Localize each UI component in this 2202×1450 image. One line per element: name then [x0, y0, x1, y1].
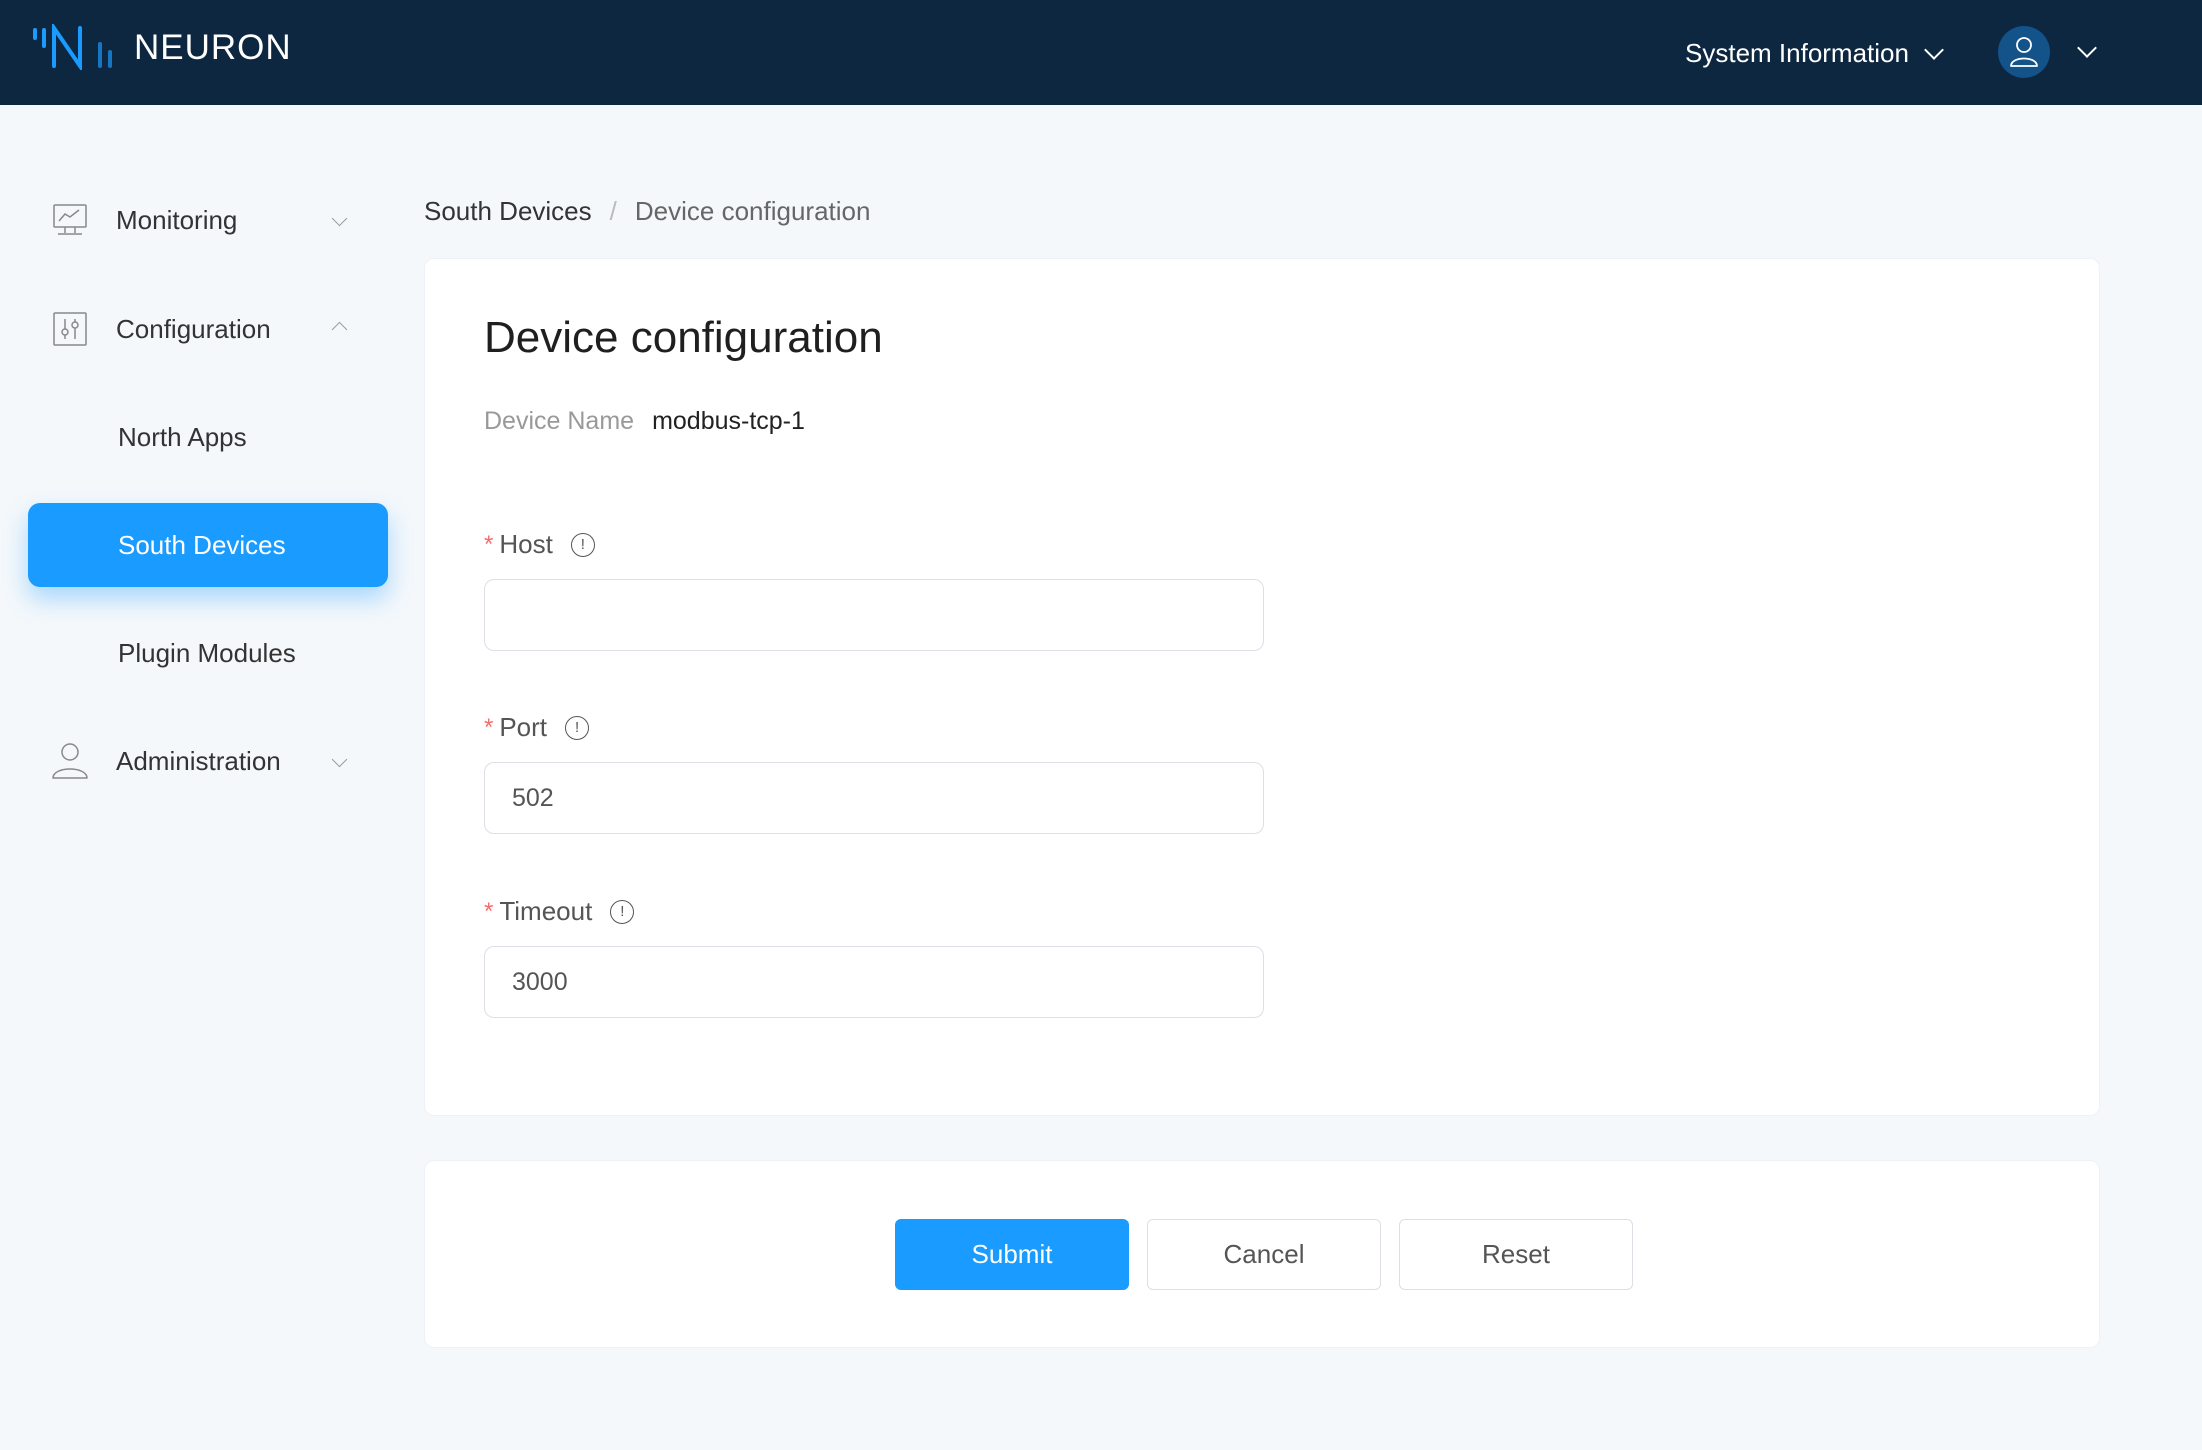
sidebar-item-monitoring[interactable]: Monitoring — [28, 178, 388, 262]
breadcrumb-current: Device configuration — [634, 196, 871, 226]
top-header: NEURON System Information — [0, 0, 2202, 105]
chevron-up-icon — [331, 318, 348, 340]
chevron-down-icon — [331, 751, 348, 770]
sidebar-label: Configuration — [116, 313, 271, 344]
host-label-text: Host — [499, 529, 553, 559]
page-title: Device configuration — [484, 313, 883, 362]
sidebar-item-south-devices[interactable]: South Devices — [28, 503, 388, 587]
required-mark: * — [484, 897, 494, 925]
port-label-text: Port — [499, 712, 548, 742]
breadcrumb-south-devices[interactable]: South Devices — [424, 196, 592, 227]
breadcrumb-separator: / — [609, 196, 617, 226]
info-circle-icon[interactable]: ! — [570, 532, 595, 557]
system-information-label: System Information — [1685, 38, 1909, 68]
host-input[interactable] — [484, 579, 1264, 651]
port-label: * Port ! — [484, 712, 590, 743]
sliders-icon — [50, 309, 90, 349]
device-name-label: Device Name — [484, 407, 635, 435]
brand-name: NEURON — [134, 28, 292, 67]
sidebar-label: North Apps — [118, 421, 247, 452]
user-avatar[interactable] — [1998, 26, 2050, 78]
chevron-down-icon — [2077, 38, 2097, 58]
cancel-button[interactable]: Cancel — [1147, 1219, 1381, 1290]
form-actions-card: Submit Cancel Reset — [424, 1160, 2100, 1348]
sidebar-label: Monitoring — [116, 204, 238, 235]
info-circle-icon[interactable]: ! — [610, 899, 635, 924]
sidebar-item-plugin-modules[interactable]: Plugin Modules — [28, 611, 388, 695]
timeout-label: * Timeout ! — [484, 896, 635, 927]
user-menu-toggle[interactable] — [2077, 38, 2097, 60]
reset-button[interactable]: Reset — [1399, 1219, 1633, 1290]
sidebar-label: South Devices — [118, 529, 286, 560]
user-icon — [50, 741, 90, 781]
chevron-down-icon — [331, 210, 348, 229]
device-config-card: Device configuration Device Name modbus-… — [424, 258, 2100, 1116]
timeout-label-text: Timeout — [499, 896, 593, 926]
device-name-row: Device Name modbus-tcp-1 — [484, 407, 805, 436]
host-label: * Host ! — [484, 529, 595, 560]
sidebar-item-north-apps[interactable]: North Apps — [28, 395, 388, 479]
device-name-value: modbus-tcp-1 — [652, 407, 805, 435]
timeout-input[interactable] — [484, 946, 1264, 1018]
chevron-down-icon — [1924, 39, 1944, 60]
required-mark: * — [484, 530, 494, 558]
port-input[interactable] — [484, 762, 1264, 834]
sidebar-label: Plugin Modules — [118, 637, 296, 668]
monitor-chart-icon — [50, 200, 90, 240]
info-circle-icon[interactable]: ! — [565, 715, 590, 740]
user-icon — [2010, 37, 2038, 67]
sidebar-item-administration[interactable]: Administration — [28, 719, 388, 803]
submit-button[interactable]: Submit — [895, 1219, 1129, 1290]
sidebar-label: Administration — [116, 745, 281, 776]
neuron-logo-icon — [33, 24, 112, 70]
breadcrumb: South Devices / Device configuration — [424, 196, 870, 227]
sidebar-item-configuration[interactable]: Configuration — [28, 287, 388, 371]
required-mark: * — [484, 713, 494, 741]
system-information-dropdown[interactable]: System Information — [1685, 38, 1944, 69]
